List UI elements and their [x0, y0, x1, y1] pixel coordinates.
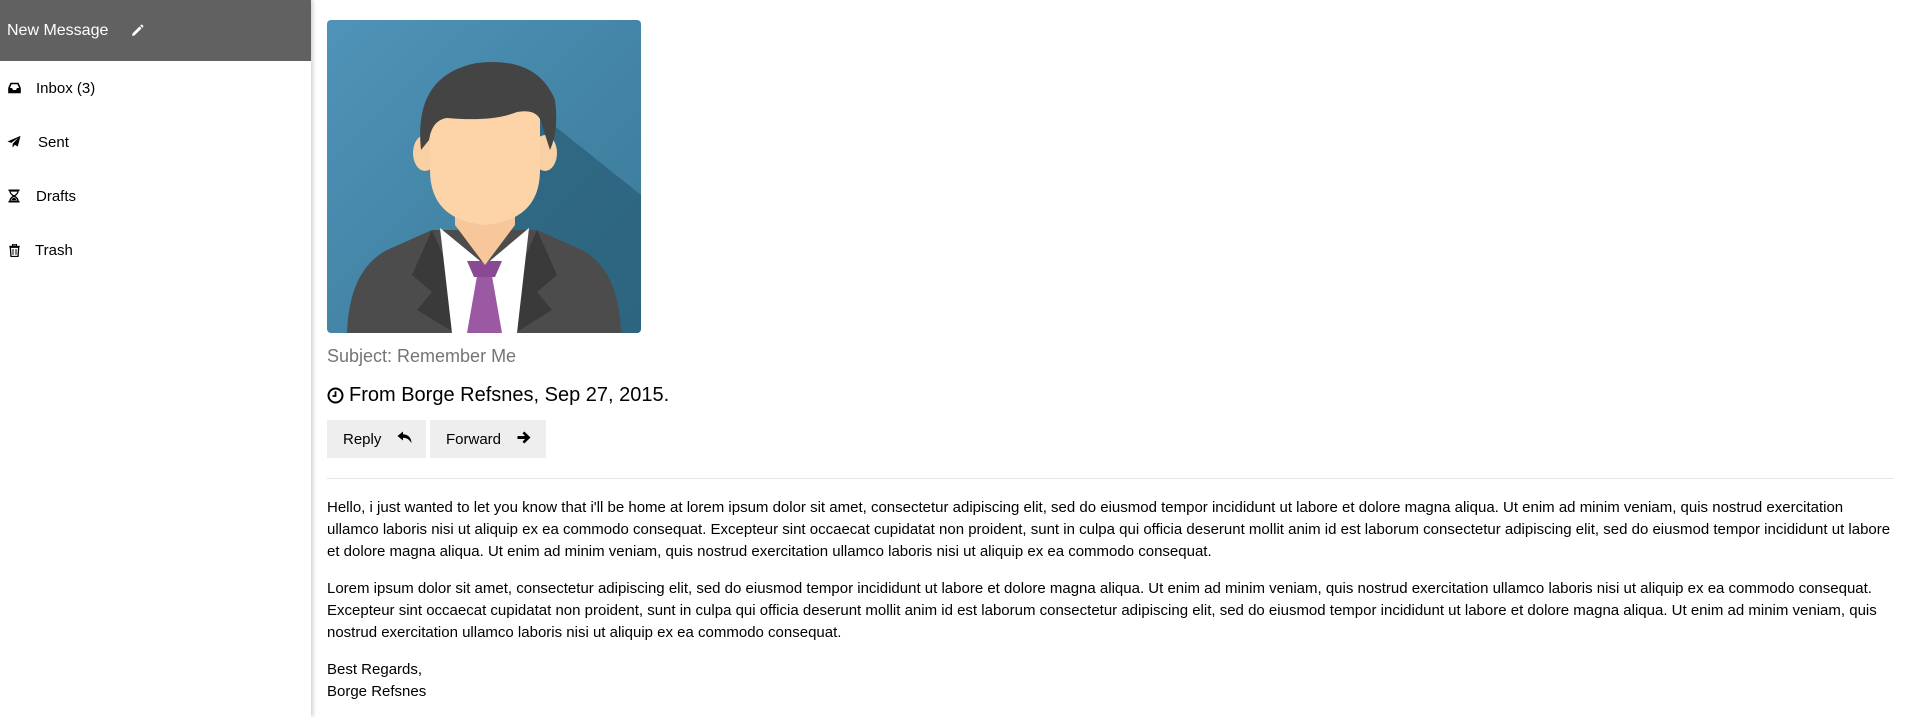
pencil-icon [130, 24, 144, 38]
sidebar-item-trash[interactable]: Trash [0, 223, 311, 277]
body-paragraph: Lorem ipsum dolor sit amet, consectetur … [327, 580, 1877, 641]
trash-icon [7, 243, 21, 257]
new-message-button[interactable]: New Message [0, 0, 311, 61]
signature-greeting: Best Regards, [327, 661, 423, 678]
sidebar-item-inbox[interactable]: Inbox (3) [0, 61, 311, 115]
body-paragraph: Hello, i just wanted to let you know tha… [327, 499, 1891, 560]
divider [327, 478, 1894, 479]
sidebar-item-drafts[interactable]: Drafts [0, 169, 311, 223]
message-body: Hello, i just wanted to let you know tha… [327, 497, 1893, 703]
sidebar: New Message Inbox (3) Sent Drafts Trash [0, 0, 311, 717]
sidebar-item-label: Drafts [36, 187, 77, 205]
signature: Best Regards, Borge Refsnes [327, 659, 1893, 703]
message-from: From Borge Refsnes, Sep 27, 2015. [327, 384, 669, 407]
paper-plane-icon [7, 135, 21, 149]
hourglass-icon [7, 189, 21, 203]
forward-button[interactable]: Forward [430, 420, 546, 458]
sidebar-item-label: Sent [38, 133, 69, 151]
reply-arrow-icon [397, 431, 412, 448]
forward-label: Forward [446, 430, 502, 448]
sidebar-item-label: Inbox (3) [36, 79, 96, 97]
clock-icon [327, 387, 344, 404]
arrow-right-icon [517, 431, 531, 448]
inbox-icon [7, 81, 21, 95]
reply-button[interactable]: Reply [327, 420, 426, 458]
sidebar-item-sent[interactable]: Sent [0, 115, 311, 169]
sender-avatar [327, 20, 641, 333]
message-subject: Subject: Remember Me [327, 346, 517, 366]
signature-name: Borge Refsnes [327, 683, 427, 700]
sidebar-item-label: Trash [35, 241, 73, 259]
from-text: From Borge Refsnes, Sep 27, 2015. [349, 384, 670, 406]
new-message-label: New Message [7, 21, 109, 39]
reply-label: Reply [343, 430, 382, 448]
